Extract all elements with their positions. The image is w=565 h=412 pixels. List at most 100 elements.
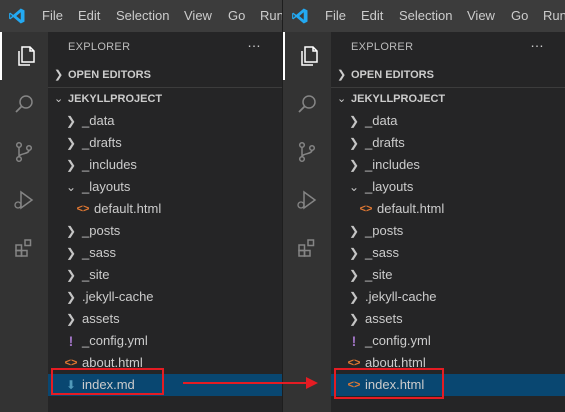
tree-item[interactable]: ❯ _includes [331, 154, 565, 176]
source-control-icon [298, 141, 316, 163]
chevron-right-icon: ❯ [65, 290, 77, 304]
search-activity[interactable] [283, 80, 331, 128]
chevron-right-icon: ❯ [65, 224, 77, 238]
chevron-right-icon: ❯ [348, 224, 360, 238]
run-debug-activity[interactable] [283, 176, 331, 224]
tree-item-label: _includes [365, 157, 420, 172]
menu-edit[interactable]: Edit [361, 0, 383, 32]
extensions-activity[interactable] [0, 224, 48, 272]
menu-edit[interactable]: Edit [78, 0, 100, 32]
tree-item[interactable]: ❯ assets [331, 308, 565, 330]
menu-selection[interactable]: Selection [116, 0, 169, 32]
html-icon: <> [76, 203, 90, 215]
explorer-panel-after: File Edit Selection View Go Run EXPLORER… [283, 0, 565, 412]
tree-item[interactable]: <> default.html [331, 198, 565, 220]
open-editors-header[interactable]: ❯ OPEN EDITORS [331, 64, 565, 86]
tree-item[interactable]: ❯ _site [331, 264, 565, 286]
chevron-right-icon: ❯ [65, 246, 77, 260]
project-label: JEKYLLPROJECT [68, 93, 163, 105]
tree-item[interactable]: ❯ _sass [331, 242, 565, 264]
tree-item[interactable]: ❯ _data [331, 110, 565, 132]
tree-item[interactable]: ❯ _posts [331, 220, 565, 242]
tree-item[interactable]: ❯ assets [48, 308, 282, 330]
menu-go[interactable]: Go [228, 0, 245, 32]
source-control-icon [15, 141, 33, 163]
chevron-down-icon: ⌄ [337, 93, 347, 105]
tree-item-label: _sass [82, 245, 116, 260]
project-header[interactable]: ⌄ JEKYLLPROJECT [48, 88, 282, 110]
files-icon [18, 46, 35, 66]
chevron-right-icon: ❯ [65, 268, 77, 282]
tree-item[interactable]: ❯ _data [48, 110, 282, 132]
run-debug-activity[interactable] [0, 176, 48, 224]
tree-item[interactable]: ❯ _includes [48, 154, 282, 176]
tree-item-label: _config.yml [82, 333, 148, 348]
menu-go[interactable]: Go [511, 0, 528, 32]
explorer-title: EXPLORER [351, 41, 414, 53]
tree-item-label: _data [82, 113, 115, 128]
project-header[interactable]: ⌄ JEKYLLPROJECT [331, 88, 565, 110]
menu-file[interactable]: File [325, 0, 346, 32]
tree-item[interactable]: ❯ _posts [48, 220, 282, 242]
more-actions-icon[interactable]: … [530, 34, 545, 50]
project-label: JEKYLLPROJECT [351, 93, 446, 105]
chevron-down-icon: ⌄ [54, 93, 64, 105]
chevron-down-icon: ⌄ [65, 180, 77, 194]
menu-run[interactable]: Run [260, 0, 282, 32]
tree-item-label: _layouts [82, 179, 131, 194]
tree-item-label: _drafts [365, 135, 405, 150]
highlight-box-after [334, 368, 444, 399]
tree-item[interactable]: ❯ _drafts [331, 132, 565, 154]
chevron-right-icon: ❯ [337, 69, 347, 81]
menu-selection[interactable]: Selection [399, 0, 452, 32]
tree-item[interactable]: ⌄ _layouts [331, 176, 565, 198]
source-control-activity[interactable] [0, 128, 48, 176]
tree-item[interactable]: ❯ _drafts [48, 132, 282, 154]
extensions-activity[interactable] [283, 224, 331, 272]
chevron-right-icon: ❯ [65, 114, 77, 128]
explorer-activity[interactable] [283, 32, 331, 80]
explorer-title: EXPLORER [68, 41, 131, 53]
chevron-right-icon: ❯ [348, 114, 360, 128]
search-activity[interactable] [0, 80, 48, 128]
explorer-activity[interactable] [0, 32, 48, 80]
open-editors-header[interactable]: ❯ OPEN EDITORS [48, 64, 282, 86]
menu-bar: File Edit Selection View Go Run [0, 0, 282, 32]
chevron-right-icon: ❯ [348, 290, 360, 304]
chevron-down-icon: ⌄ [348, 180, 360, 194]
tree-item[interactable]: ⌄ _layouts [48, 176, 282, 198]
chevron-right-icon: ❯ [65, 158, 77, 172]
open-editors-label: OPEN EDITORS [351, 69, 434, 81]
menu-run[interactable]: Run [543, 0, 565, 32]
tree-item-label: _drafts [82, 135, 122, 150]
tree-item[interactable]: ❯ _sass [48, 242, 282, 264]
tree-item[interactable]: ❯ .jekyll-cache [48, 286, 282, 308]
tree-item-label: .jekyll-cache [82, 289, 154, 304]
tree-item-label: _includes [82, 157, 137, 172]
tree-item[interactable]: ❯ _site [48, 264, 282, 286]
menu-view[interactable]: View [184, 0, 212, 32]
menu-bar: File Edit Selection View Go Run [283, 0, 565, 32]
menu-view[interactable]: View [467, 0, 495, 32]
tree-item[interactable]: ! _config.yml [331, 330, 565, 352]
chevron-right-icon: ❯ [348, 136, 360, 150]
tree-item-label: _layouts [365, 179, 414, 194]
explorer-sidebar: EXPLORER … ❯ OPEN EDITORS ⌄ JEKYLLPROJEC… [331, 32, 565, 412]
explorer-panel-before: File Edit Selection View Go Run EXPLORER… [0, 0, 282, 412]
source-control-activity[interactable] [283, 128, 331, 176]
menu-file[interactable]: File [42, 0, 63, 32]
tree-item-label: .jekyll-cache [365, 289, 437, 304]
tree-item[interactable]: ❯ .jekyll-cache [331, 286, 565, 308]
activity-bar [283, 32, 331, 412]
tree-item-label: assets [82, 311, 120, 326]
chevron-right-icon: ❯ [54, 69, 64, 81]
chevron-right-icon: ❯ [348, 158, 360, 172]
highlight-box-before [51, 368, 164, 395]
yml-icon: ! [68, 333, 74, 349]
yml-icon: ! [351, 333, 357, 349]
tree-item-label: _sass [365, 245, 399, 260]
tree-item[interactable]: ! _config.yml [48, 330, 282, 352]
more-actions-icon[interactable]: … [247, 34, 262, 50]
run-debug-icon [297, 190, 317, 210]
tree-item[interactable]: <> default.html [48, 198, 282, 220]
